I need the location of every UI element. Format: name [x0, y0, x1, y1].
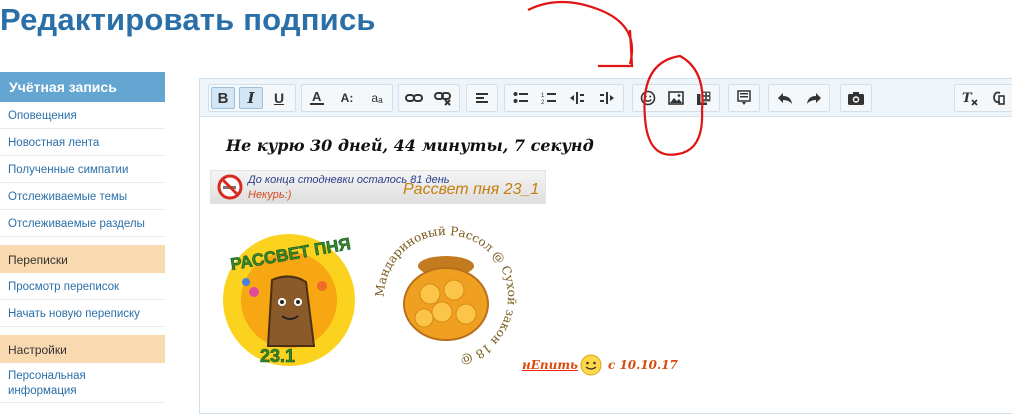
remove-format-icon: T — [962, 91, 978, 106]
text-style-group: B I U — [208, 84, 296, 112]
logo1-number: 23.1 — [260, 346, 295, 366]
media-icon — [697, 90, 712, 105]
no-smoking-icon — [217, 174, 243, 200]
font-group: A A: aₐ — [301, 84, 393, 112]
sidebar-header-account: Учётная запись — [0, 72, 165, 102]
sidebar-item-likes[interactable]: Полученные симпатии — [0, 156, 165, 183]
format-tools-group: T — [954, 84, 1012, 112]
bullet-list-icon — [513, 92, 528, 103]
sidebar-item-view-conversations[interactable]: Просмотр переписок — [0, 273, 165, 300]
outdent-button[interactable] — [565, 87, 589, 109]
svg-text:A: A — [312, 89, 322, 104]
screenshot-group — [840, 84, 872, 112]
bbcode-icon — [993, 91, 1005, 105]
text-color-icon: A — [310, 89, 324, 105]
sidebar-item-alerts[interactable]: Оповещения — [0, 102, 165, 129]
sidebar-group-settings: Настройки — [0, 335, 165, 363]
bold-button[interactable]: B — [211, 87, 235, 109]
mandarin-brine-logo: Мандариновый Рассол @ Сухой закон 18 @ — [373, 224, 519, 368]
smiley-icon — [640, 90, 656, 106]
editor-toolbar: B I U A A: aₐ 1 2 T — [200, 79, 1012, 117]
extra-group — [728, 84, 760, 112]
jar-of-mandarins — [403, 256, 489, 341]
link-button[interactable] — [402, 87, 426, 109]
sidebar-item-new-conversation[interactable]: Начать новую переписку — [0, 300, 165, 327]
unlink-button[interactable] — [431, 87, 455, 109]
annotation-arrow-curve — [527, 0, 634, 65]
undo-button[interactable] — [773, 87, 797, 109]
numbered-list-button[interactable]: 12 — [537, 87, 561, 109]
align-left-button[interactable] — [470, 87, 494, 109]
sidebar-item-personal-info[interactable]: Персональная информация — [0, 363, 165, 403]
annotation-arrowhead — [598, 29, 634, 68]
align-left-icon — [476, 93, 488, 103]
redo-icon — [807, 93, 821, 104]
underline-button[interactable]: U — [267, 87, 291, 109]
editor-content[interactable]: Не курю 30 дней, 44 минуты, 7 секунд До … — [200, 118, 1012, 414]
numbered-list-icon: 12 — [541, 93, 556, 105]
sober-since-text: нЕпить с 10.10.17 — [522, 354, 678, 376]
countdown-banner: До конца стодневки осталось 81 день Неку… — [210, 170, 546, 204]
page-title: Редактировать подпись — [0, 2, 376, 37]
banner-title: Рассвет пня 23_1 — [403, 181, 540, 198]
unlink-icon — [434, 92, 451, 106]
sober-date: с 10.10.17 — [607, 358, 678, 372]
smilie-button[interactable] — [636, 87, 660, 109]
sidebar-item-watched-threads[interactable]: Отслеживаемые темы — [0, 183, 165, 210]
account-sidebar: Учётная запись Оповещения Новостная лент… — [0, 72, 165, 403]
font-family-button[interactable]: aₐ — [365, 87, 389, 109]
bullet-list-button[interactable] — [509, 87, 533, 109]
sunrise-stump-logo: РАССВЕТ ПНЯ 23.1 — [223, 234, 355, 366]
insert-media-button[interactable] — [692, 87, 716, 109]
text-color-button[interactable]: A — [305, 87, 329, 109]
italic-button[interactable]: I — [239, 87, 263, 109]
svg-text:T: T — [962, 91, 973, 106]
insert-image-button[interactable] — [664, 87, 688, 109]
align-group — [466, 84, 498, 112]
svg-text:1: 1 — [541, 93, 545, 99]
smiley-emoji-icon — [580, 354, 602, 376]
undo-icon — [778, 93, 792, 104]
camera-icon — [848, 91, 864, 105]
list-group: 12 — [504, 84, 624, 112]
link-group — [398, 84, 460, 112]
toggle-bbcode-button[interactable] — [986, 87, 1010, 109]
svg-text:2: 2 — [541, 100, 545, 105]
font-size-button[interactable]: A: — [335, 87, 359, 109]
document-icon — [737, 90, 751, 105]
camera-button[interactable] — [844, 87, 868, 109]
banner-subtext: Некурь:) — [248, 189, 292, 201]
history-group — [768, 84, 830, 112]
insert-quote-button[interactable] — [732, 87, 756, 109]
sober-label: нЕпить — [522, 358, 578, 372]
sidebar-item-news-feed[interactable]: Новостная лента — [0, 129, 165, 156]
indent-button[interactable] — [595, 87, 619, 109]
sidebar-item-watched-forums[interactable]: Отслеживаемые разделы — [0, 210, 165, 237]
insert-media-group — [632, 84, 720, 112]
page: Редактировать подпись Учётная запись Опо… — [0, 0, 1012, 420]
sidebar-group-conversations: Переписки — [0, 245, 165, 273]
redo-button[interactable] — [802, 87, 826, 109]
indent-icon — [600, 92, 614, 104]
nosmoke-counter-text: Не курю 30 дней, 44 минуты, 7 секунд — [226, 136, 594, 155]
outdent-icon — [570, 92, 584, 104]
remove-format-button[interactable]: T — [958, 87, 982, 109]
stump-shape — [266, 275, 316, 347]
image-icon — [668, 91, 684, 105]
link-icon — [405, 94, 423, 102]
signature-editor: B I U A A: aₐ 1 2 T Не курю 30 дней, 44 … — [199, 78, 1012, 414]
